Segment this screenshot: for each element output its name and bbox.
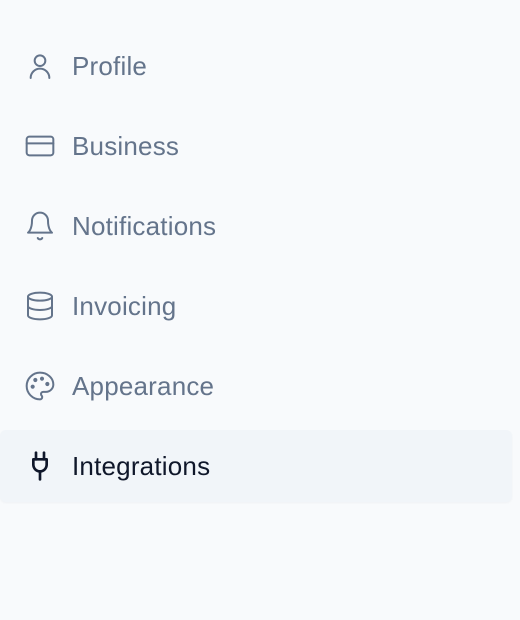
sidebar-item-notifications[interactable]: Notifications — [0, 186, 512, 266]
sidebar-item-label: Notifications — [72, 211, 217, 241]
plug-icon — [24, 450, 56, 482]
sidebar-item-business[interactable]: Business — [0, 106, 512, 186]
sidebar-item-profile[interactable]: Profile — [0, 26, 512, 106]
sidebar-item-invoicing[interactable]: Invoicing — [0, 266, 512, 346]
sidebar-item-label: Integrations — [72, 451, 211, 481]
database-icon — [24, 290, 56, 322]
bell-icon — [24, 210, 56, 242]
settings-sidebar: Profile Business Notifications Invoicing… — [0, 0, 520, 620]
settings-nav: Profile Business Notifications Invoicing… — [0, 26, 512, 502]
user-icon — [24, 50, 56, 82]
sidebar-item-integrations[interactable]: Integrations — [0, 430, 512, 502]
sidebar-item-appearance[interactable]: Appearance — [0, 346, 512, 426]
sidebar-item-label: Appearance — [72, 371, 215, 401]
credit-card-icon — [24, 130, 56, 162]
sidebar-item-label: Business — [72, 131, 180, 161]
sidebar-item-label: Invoicing — [72, 291, 177, 321]
palette-icon — [24, 370, 56, 402]
sidebar-item-label: Profile — [72, 51, 148, 81]
